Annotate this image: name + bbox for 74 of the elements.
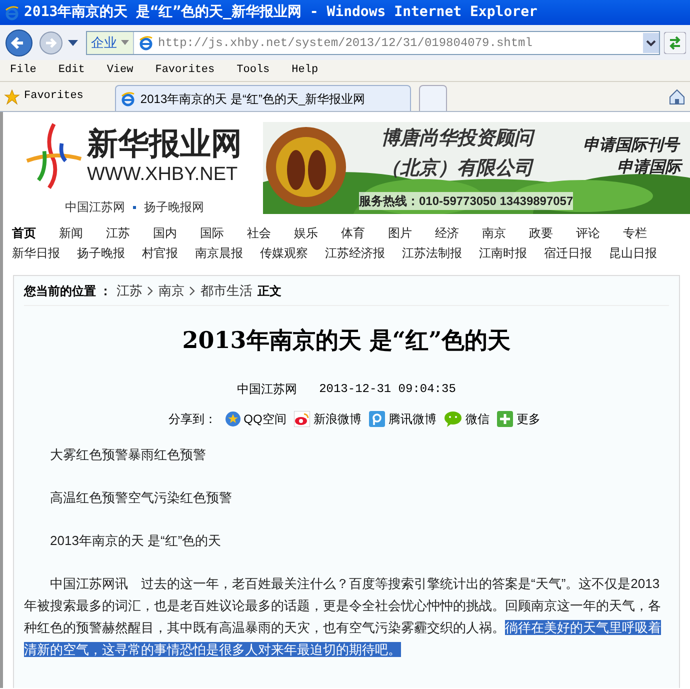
ad-headline: （北京）有限公司 [381,156,533,181]
nav-link[interactable]: 图片 [388,224,435,242]
nav-link[interactable]: 娱乐 [294,224,341,242]
menu-item[interactable]: Edit [58,62,85,79]
window-title: 2013年南京的天 是“红”色的天_新华报业网 - Windows Internet Explorer [24,2,538,22]
paper-link[interactable]: 村官报 [142,244,178,262]
share-link[interactable]: 更多 [497,410,540,428]
menu-item[interactable]: File [10,62,36,79]
caret-icon[interactable] [68,40,78,46]
chevron-icon [147,286,154,296]
share-link[interactable]: 新浪微博 [294,410,362,428]
address-field[interactable]: 企业 http://js.xhby.net/system/2013/12/31/019804079.shtml [86,30,660,54]
caret-icon [121,40,129,45]
nav-link[interactable]: 江苏 [106,224,153,242]
paper-link[interactable]: 新华日报 [12,244,60,262]
star-icon [4,88,20,104]
ad-slogan: 申请国际 [617,158,681,178]
share-link[interactable]: 腾讯微博 [369,410,436,428]
paper-link[interactable]: 江苏经济报 [325,244,385,262]
article-source: 中国江苏网 [237,381,298,398]
site-link[interactable]: 扬子晚报网 [144,198,204,216]
logo-url: WWW.XHBY.NET [87,163,239,187]
paper-link[interactable]: 昆山日报 [609,244,657,262]
paper-link[interactable]: 宿迁日报 [544,244,592,262]
nav-link[interactable]: 经济 [435,224,482,242]
url-text: http://js.xhby.net/system/2013/12/31/019804079.shtml [158,34,534,52]
article-paragraph: 高温红色预警空气污染红色预警 [49,489,233,507]
menu-item[interactable]: Help [292,62,318,79]
paper-link[interactable]: 扬子晚报 [77,244,125,262]
ad-hotline: 服务热线：010-59773050 13439897057 [359,192,574,210]
share-label: 分享到： [168,411,217,428]
menu-item[interactable]: View [106,62,134,79]
logo-drawing [25,122,83,190]
breadcrumb-label: 您当前的位置 ： [24,282,112,300]
nav-link[interactable]: 体育 [341,224,388,242]
breadcrumb-link[interactable]: 南京 [158,280,184,300]
paper-link[interactable]: 传媒观察 [260,244,308,262]
chevron-icon [189,286,196,296]
browser-tab[interactable]: 2013年南京的天 是“红”色的天_新华报业网 [115,85,412,111]
plus-icon [497,411,514,427]
share-link[interactable]: 微信 [444,410,490,428]
article-paragraph: 中国江苏网讯 过去的这一年，老百姓最关注什么？百度等搜索引擎统计出的答案是“天气”。这不仅是2013年被搜索最多的词汇，也是老百姓议论最多的话题，更是令全社会忧心忡忡的挑战。回顾南京这一年的天气，各种红色的预警赫然醒目，其中既有高温暴雨的天灾，也有空气污染雾霾交织的人祸。徜徉在美好的天气里呼吸着清新的空气，这寻常的事情恐怕是很多人对来年最迫切的期待吧。 [24,575,662,659]
share-link[interactable]: QQ空间 [224,410,286,428]
article-time: 2013-12-31 09:04:35 [319,381,456,398]
zone-dropdown[interactable]: 企业 [87,32,134,54]
nav-link[interactable]: 政要 [529,224,576,242]
nav-link[interactable]: 国际 [200,224,247,242]
article-paragraph: 2013年南京的天 是“红”色的天 [49,532,222,550]
ad-headline: 博唐尚华投资顾问 [381,126,533,151]
nav-link[interactable]: 新闻 [59,224,106,242]
breadcrumb-link[interactable]: 江苏 [116,280,142,300]
nav-link[interactable]: 国内 [153,224,200,242]
breadcrumb-link[interactable]: 都市生活 [200,280,252,300]
logo-name: 新华报业网 [87,125,242,163]
article-title: 2013年南京的天 是“红”色的天 [181,326,512,356]
site-link[interactable]: 中国江苏网 [65,198,125,216]
favorites-button[interactable]: Favorites [4,88,108,105]
refresh-button[interactable] [664,32,686,54]
paper-link[interactable]: 江苏法制报 [402,244,462,262]
paper-link[interactable]: 南京晨报 [195,244,243,262]
nav-link[interactable]: 专栏 [623,224,670,242]
home-icon[interactable] [668,88,686,106]
back-button[interactable] [4,28,34,58]
menu-item[interactable]: Favorites [155,62,215,79]
ad-slogan: 申请国际刊号 [583,136,679,156]
menu-item[interactable]: Tools [236,62,270,79]
breadcrumb-current: 正文 [257,282,282,300]
nav-link[interactable]: 南京 [482,224,529,242]
nav-link[interactable]: 社会 [247,224,294,242]
paper-link[interactable]: 江南时报 [479,244,527,262]
article-paragraph: 大雾红色预警暴雨红色预警 [49,446,207,464]
nav-link[interactable]: 评论 [576,224,623,242]
chat-bubble-icon [444,411,462,427]
nav-link[interactable]: 首页 [12,224,59,242]
